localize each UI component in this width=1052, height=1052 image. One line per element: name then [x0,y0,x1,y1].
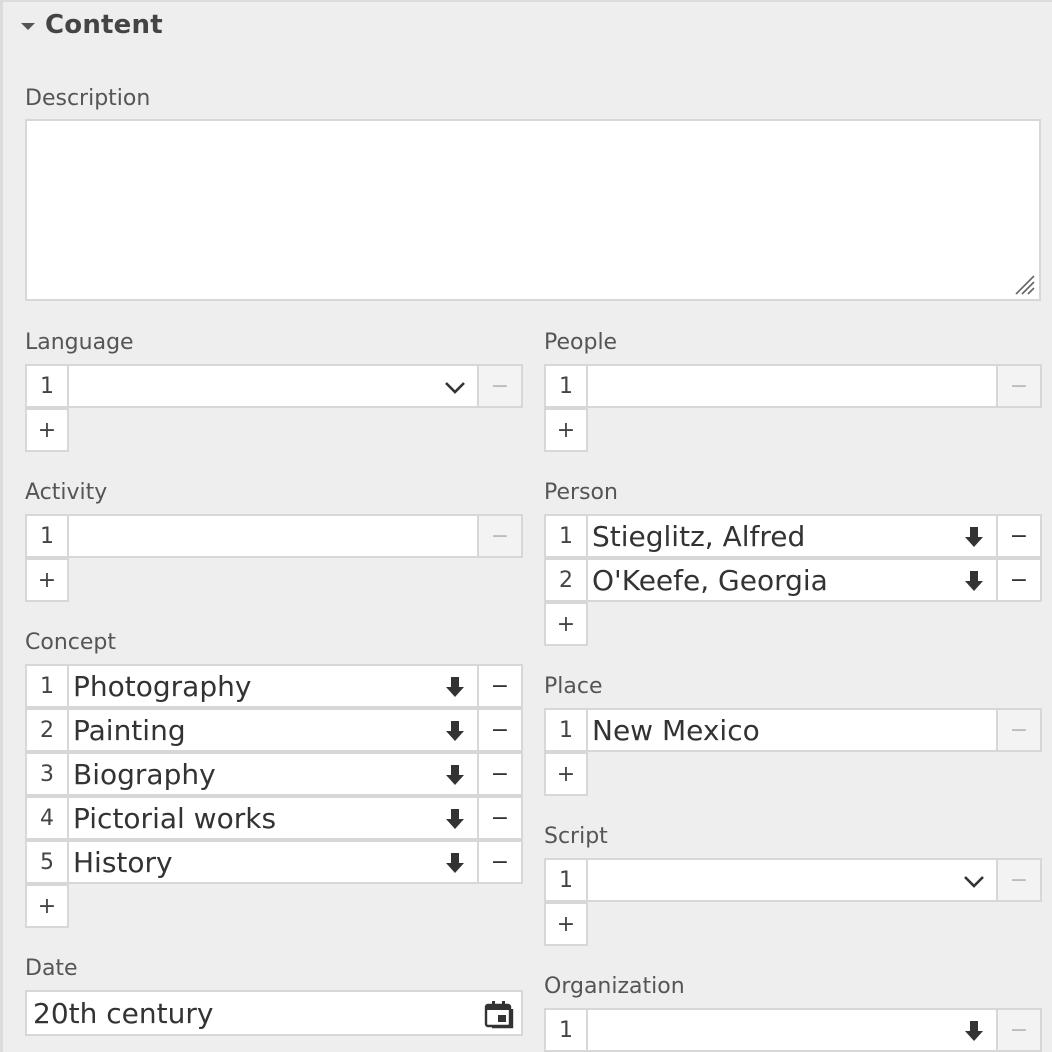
person-input[interactable]: O'Keefe, Georgia [588,558,998,602]
organization-input[interactable] [588,1008,998,1052]
arrow-down-icon[interactable] [443,851,467,875]
person-row: 2 O'Keefe, Georgia − [544,558,1042,602]
person-row: 1 Stieglitz, Alfred − [544,514,1042,558]
language-label: Language [25,330,134,355]
date-input[interactable]: 20th century [25,990,523,1036]
concept-value: Painting [73,713,186,747]
resize-handle-icon[interactable] [1014,274,1036,296]
concept-value: Photography [73,669,252,703]
add-concept-button[interactable]: + [25,884,69,928]
organization-row: 1 − [544,1008,1042,1052]
remove-button[interactable]: − [479,840,523,884]
remove-button[interactable]: − [998,514,1042,558]
remove-button[interactable]: − [479,708,523,752]
concept-value: Pictorial works [73,801,277,835]
arrow-down-icon[interactable] [443,763,467,787]
remove-button[interactable]: − [998,1008,1042,1052]
concept-input[interactable]: Biography [69,752,479,796]
row-number: 1 [544,364,588,408]
remove-button[interactable]: − [479,364,523,408]
script-select[interactable] [588,858,998,902]
add-person-button[interactable]: + [544,602,588,646]
remove-button[interactable]: − [998,708,1042,752]
add-script-button[interactable]: + [544,902,588,946]
row-number: 1 [544,514,588,558]
concept-row: 3 Biography − [25,752,523,796]
concept-row: 5 History − [25,840,523,884]
row-number: 1 [25,664,69,708]
row-number: 2 [25,708,69,752]
place-value: New Mexico [592,713,760,747]
people-row: 1 − [544,364,1042,408]
language-select[interactable] [69,364,479,408]
place-label: Place [544,674,603,699]
organization-label: Organization [544,974,685,999]
concept-input[interactable]: Painting [69,708,479,752]
row-number: 2 [544,558,588,602]
concept-input[interactable]: Photography [69,664,479,708]
calendar-icon[interactable] [483,998,515,1030]
place-row: 1 New Mexico − [544,708,1042,752]
script-label: Script [544,824,608,849]
row-number: 1 [25,364,69,408]
concept-row: 4 Pictorial works − [25,796,523,840]
row-number: 1 [544,858,588,902]
row-number: 1 [544,1008,588,1052]
add-language-button[interactable]: + [25,408,69,452]
chevron-down-icon[interactable] [962,869,986,893]
arrow-down-icon[interactable] [443,675,467,699]
remove-button[interactable]: − [998,558,1042,602]
concept-row: 1 Photography − [25,664,523,708]
add-people-button[interactable]: + [544,408,588,452]
remove-button[interactable]: − [998,858,1042,902]
arrow-down-icon[interactable] [962,569,986,593]
activity-input[interactable] [69,514,479,558]
script-row: 1 − [544,858,1042,902]
description-textarea[interactable] [25,119,1041,301]
person-label: Person [544,480,618,505]
section-title: Content [45,10,163,40]
people-input[interactable] [588,364,998,408]
remove-button[interactable]: − [479,514,523,558]
remove-button[interactable]: − [479,664,523,708]
arrow-down-icon[interactable] [962,525,986,549]
remove-button[interactable]: − [479,752,523,796]
remove-button[interactable]: − [998,364,1042,408]
person-value: Stieglitz, Alfred [592,519,806,553]
row-number: 3 [25,752,69,796]
remove-button[interactable]: − [479,796,523,840]
chevron-down-icon[interactable] [443,375,467,399]
row-number: 1 [25,514,69,558]
place-input[interactable]: New Mexico [588,708,998,752]
concept-input[interactable]: Pictorial works [69,796,479,840]
description-label: Description [25,86,151,111]
arrow-down-icon[interactable] [443,807,467,831]
concept-row: 2 Painting − [25,708,523,752]
person-value: O'Keefe, Georgia [592,563,828,597]
content-section: Content Description Language 1 − + Activ… [0,0,1052,1052]
add-activity-button[interactable]: + [25,558,69,602]
people-label: People [544,330,618,355]
date-label: Date [25,956,78,981]
add-place-button[interactable]: + [544,752,588,796]
row-number: 5 [25,840,69,884]
language-row: 1 − [25,364,523,408]
caret-down-icon[interactable] [21,22,35,30]
activity-row: 1 − [25,514,523,558]
person-input[interactable]: Stieglitz, Alfred [588,514,998,558]
concept-input[interactable]: History [69,840,479,884]
arrow-down-icon[interactable] [443,719,467,743]
date-value: 20th century [33,996,214,1030]
row-number: 1 [544,708,588,752]
section-header[interactable]: Content [21,10,163,40]
activity-label: Activity [25,480,108,505]
concept-value: Biography [73,757,216,791]
row-number: 4 [25,796,69,840]
concept-value: History [73,845,173,879]
arrow-down-icon[interactable] [962,1019,986,1043]
concept-label: Concept [25,630,116,655]
